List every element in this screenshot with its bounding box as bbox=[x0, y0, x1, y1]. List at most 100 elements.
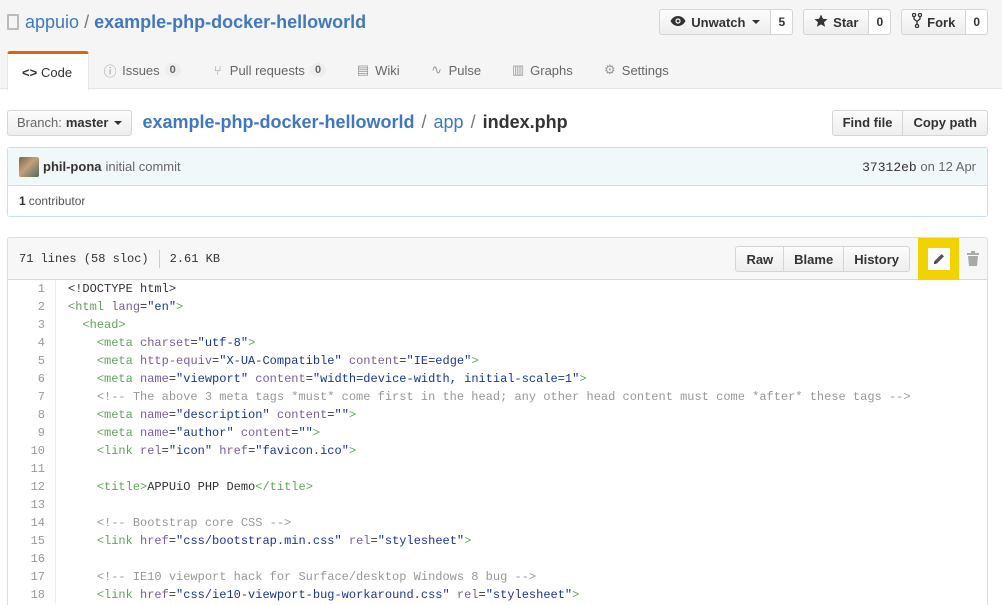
line-number[interactable]: 6 bbox=[8, 370, 56, 388]
line-content bbox=[56, 550, 68, 568]
line-number[interactable]: 7 bbox=[8, 388, 56, 406]
tab-wiki-label: Wiki bbox=[375, 62, 400, 78]
tab-settings[interactable]: ⚙ Settings bbox=[589, 51, 685, 89]
line-content: <meta charset="utf-8"> bbox=[96, 336, 256, 350]
tab-settings-label: Settings bbox=[621, 62, 669, 78]
fork-button[interactable]: Fork bbox=[901, 9, 967, 35]
code-icon: <> bbox=[22, 64, 38, 80]
find-file-button[interactable]: Find file bbox=[831, 109, 904, 136]
line-number[interactable]: 2 bbox=[8, 298, 56, 316]
breadcrumb-separator: / bbox=[470, 112, 476, 132]
fork-icon bbox=[911, 12, 923, 31]
code-view: 1 <!DOCTYPE html> 2 <html lang="en"> 3 <head… bbox=[8, 280, 987, 604]
blame-button[interactable]: Blame bbox=[784, 246, 845, 272]
code-line: 4 <meta charset="utf-8"> bbox=[8, 334, 987, 352]
line-content: <!-- The above 3 meta tags *must* come f… bbox=[96, 390, 911, 404]
tab-pulse-label: Pulse bbox=[448, 62, 482, 78]
forks-count[interactable]: 0 bbox=[966, 9, 988, 35]
line-number[interactable]: 18 bbox=[8, 586, 56, 604]
repo-header: appuio / example-php-docker-helloworld U… bbox=[0, 0, 1002, 90]
code-line: 12 <title>APPUiO PHP Demo</title> bbox=[8, 478, 987, 496]
tab-issues[interactable]: ⓘ Issues 0 bbox=[89, 51, 197, 89]
code-line: 15 <link href="css/bootstrap.min.css" re… bbox=[8, 532, 987, 550]
line-number[interactable]: 12 bbox=[8, 478, 56, 496]
file-lines-info: 71 lines (58 sloc) bbox=[19, 251, 149, 266]
code-line: 9 <meta name="author" content=""> bbox=[8, 424, 987, 442]
line-number[interactable]: 1 bbox=[8, 280, 56, 298]
line-number[interactable]: 11 bbox=[8, 460, 56, 478]
repo-owner-link[interactable]: appuio bbox=[25, 12, 79, 33]
star-button[interactable]: Star bbox=[803, 9, 870, 35]
code-line: 7 <!-- The above 3 meta tags *must* come… bbox=[8, 388, 987, 406]
raw-button[interactable]: Raw bbox=[735, 246, 785, 272]
commit-sha-link[interactable]: 37312eb bbox=[862, 160, 917, 175]
code-line: 11 bbox=[8, 460, 987, 478]
file-size: 2.61 KB bbox=[169, 251, 221, 266]
unwatch-label: Unwatch bbox=[691, 14, 746, 30]
line-content: <!DOCTYPE html> bbox=[68, 282, 177, 296]
eye-icon bbox=[670, 15, 686, 30]
line-content: <link href="css/bootstrap.min.css" rel="… bbox=[96, 534, 472, 548]
tab-wiki[interactable]: ▤ Wiki bbox=[342, 51, 416, 89]
commit-date: on 12 Apr bbox=[920, 158, 976, 174]
breadcrumb-repo-link[interactable]: example-php-docker-helloworld bbox=[142, 112, 414, 133]
fork-group: Fork 0 bbox=[901, 9, 988, 35]
tab-graphs[interactable]: ▥ Graphs bbox=[497, 51, 589, 89]
line-content: <meta http-equiv="X-UA-Compatible" conte… bbox=[96, 354, 479, 368]
line-number[interactable]: 17 bbox=[8, 568, 56, 586]
code-line: 16 bbox=[8, 550, 987, 568]
trash-icon[interactable] bbox=[966, 249, 980, 267]
watchers-count[interactable]: 5 bbox=[771, 9, 794, 35]
file-info: 71 lines (58 sloc) 2.61 KB bbox=[19, 249, 221, 268]
pulse-icon: ∿ bbox=[431, 62, 443, 77]
line-number[interactable]: 14 bbox=[8, 514, 56, 532]
repo-name-link[interactable]: example-php-docker-helloworld bbox=[94, 12, 366, 33]
line-number[interactable]: 3 bbox=[8, 316, 56, 334]
code-line: 18 <link href="css/ie10-viewport-bug-wor… bbox=[8, 586, 987, 604]
tab-code-label: Code bbox=[41, 64, 73, 80]
line-content bbox=[56, 496, 68, 514]
commit-author-link[interactable]: phil-pona bbox=[43, 159, 102, 174]
line-content: <title>APPUiO PHP Demo</title> bbox=[96, 480, 313, 494]
commit-message-link[interactable]: initial commit bbox=[106, 159, 181, 174]
pull-requests-counter: 0 bbox=[309, 63, 327, 77]
line-number[interactable]: 13 bbox=[8, 496, 56, 514]
edit-file-button[interactable] bbox=[918, 238, 959, 280]
breadcrumb: example-php-docker-helloworld / app / in… bbox=[142, 112, 567, 133]
pull-request-icon: ⑂ bbox=[213, 62, 222, 78]
line-number[interactable]: 15 bbox=[8, 532, 56, 550]
contributors-label: contributor bbox=[28, 194, 86, 208]
code-line: 3 <head> bbox=[8, 316, 987, 334]
book-icon bbox=[7, 13, 19, 30]
code-line: 10 <link rel="icon" href="favicon.ico"> bbox=[8, 442, 987, 460]
tab-pull-requests[interactable]: ⑂ Pull requests 0 bbox=[197, 51, 342, 89]
stargazers-count[interactable]: 0 bbox=[869, 9, 892, 35]
file-info-divider bbox=[158, 249, 160, 268]
line-number[interactable]: 5 bbox=[8, 352, 56, 370]
tab-pulse[interactable]: ∿ Pulse bbox=[416, 51, 498, 89]
breadcrumb-separator: / bbox=[421, 112, 427, 132]
file-header: 71 lines (58 sloc) 2.61 KB Raw Blame His… bbox=[8, 238, 987, 280]
file-nav-actions: Find file Copy path bbox=[831, 109, 988, 136]
code-line: 2 <html lang="en"> bbox=[8, 298, 987, 316]
branch-select-button[interactable]: Branch: master bbox=[7, 109, 133, 136]
line-number[interactable]: 4 bbox=[8, 334, 56, 352]
book-icon: ▤ bbox=[356, 62, 370, 77]
contributors-summary[interactable]: 1 contributor bbox=[8, 186, 987, 216]
breadcrumb-dir-link[interactable]: app bbox=[434, 112, 464, 133]
commit-tease: phil-pona initial commit 37312eb on 12 A… bbox=[8, 148, 987, 186]
history-button[interactable]: History bbox=[844, 246, 910, 272]
tab-code[interactable]: <> Code bbox=[7, 51, 90, 90]
star-label: Star bbox=[833, 14, 859, 30]
copy-path-button[interactable]: Copy path bbox=[903, 109, 988, 136]
line-number[interactable]: 9 bbox=[8, 424, 56, 442]
line-number[interactable]: 8 bbox=[8, 406, 56, 424]
line-number[interactable]: 16 bbox=[8, 550, 56, 568]
star-group: Star 0 bbox=[803, 9, 892, 35]
code-line: 6 <meta name="viewport" content="width=d… bbox=[8, 370, 987, 388]
avatar[interactable] bbox=[19, 156, 39, 177]
unwatch-button[interactable]: Unwatch bbox=[659, 9, 772, 35]
file-box: 71 lines (58 sloc) 2.61 KB Raw Blame His… bbox=[7, 237, 988, 605]
line-number[interactable]: 10 bbox=[8, 442, 56, 460]
code-line: 13 bbox=[8, 496, 987, 514]
